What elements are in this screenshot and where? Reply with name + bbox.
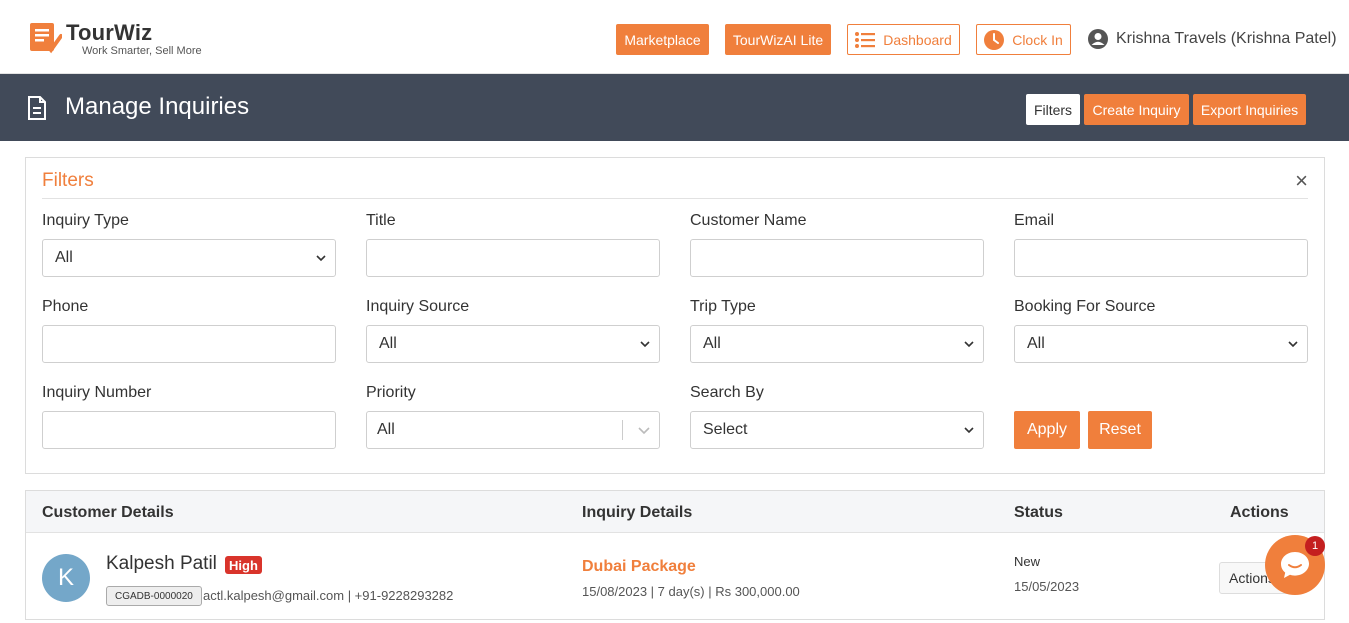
customer-contact: actl.kalpesh@gmail.com | +91-9228293282 bbox=[203, 588, 454, 603]
user-menu[interactable]: Krishna Travels (Krishna Patel) bbox=[1088, 28, 1337, 50]
customer-code-badge: CGADB-0000020 bbox=[106, 586, 202, 606]
chevron-down-icon bbox=[964, 427, 974, 434]
document-icon bbox=[28, 96, 46, 120]
inquiry-title-link[interactable]: Dubai Package bbox=[582, 558, 696, 576]
logo[interactable]: TourWiz Work Smarter, Sell More bbox=[28, 18, 218, 60]
customer-name-input[interactable] bbox=[690, 239, 984, 277]
close-icon[interactable]: × bbox=[1295, 170, 1308, 192]
tourwiz-ai-lite-button[interactable]: TourWizAI Lite bbox=[725, 24, 831, 55]
filters-panel: Filters × Inquiry Type All Title Custome… bbox=[25, 157, 1325, 474]
inquiry-number-label: Inquiry Number bbox=[42, 384, 152, 401]
apply-button[interactable]: Apply bbox=[1014, 411, 1080, 449]
inquiry-number-input[interactable] bbox=[42, 411, 336, 449]
priority-badge: High bbox=[225, 556, 262, 574]
reset-button[interactable]: Reset bbox=[1088, 411, 1152, 449]
search-by-value: Select bbox=[703, 421, 748, 438]
inquiry-source-label: Inquiry Source bbox=[366, 298, 470, 315]
table-row: K Kalpesh Patil High CGADB-0000020 actl.… bbox=[26, 533, 1324, 623]
chat-icon bbox=[1281, 552, 1309, 578]
clock-in-button[interactable]: Clock In bbox=[976, 24, 1071, 55]
inquiry-type-value: All bbox=[55, 249, 73, 266]
brand-name: TourWiz bbox=[66, 20, 153, 45]
filters-label: Filters bbox=[1033, 101, 1073, 118]
user-icon bbox=[1088, 29, 1108, 49]
title-input[interactable] bbox=[366, 239, 660, 277]
create-inquiry-label: Create Inquiry bbox=[1092, 101, 1181, 118]
export-inquiries-button[interactable]: Export Inquiries bbox=[1193, 94, 1306, 125]
priority-select[interactable]: All bbox=[366, 411, 660, 449]
chevron-down-icon bbox=[638, 427, 650, 435]
inquiry-type-label: Inquiry Type bbox=[42, 212, 129, 229]
top-bar: TourWiz Work Smarter, Sell More Marketpl… bbox=[0, 0, 1349, 74]
chat-notification-badge: 1 bbox=[1305, 536, 1325, 556]
export-inquiries-label: Export Inquiries bbox=[1200, 101, 1299, 118]
col-status: Status bbox=[1014, 504, 1063, 521]
user-name: Krishna Travels (Krishna Patel) bbox=[1116, 30, 1337, 47]
trip-type-select[interactable]: All bbox=[690, 325, 984, 363]
col-inquiry-details: Inquiry Details bbox=[582, 504, 693, 521]
list-icon bbox=[855, 31, 876, 48]
customer-name[interactable]: Kalpesh Patil bbox=[106, 553, 217, 575]
filters-button[interactable]: Filters bbox=[1026, 94, 1080, 125]
divider bbox=[42, 198, 1308, 199]
email-input[interactable] bbox=[1014, 239, 1308, 277]
inquiry-source-value: All bbox=[379, 335, 397, 352]
col-customer-details: Customer Details bbox=[42, 504, 174, 521]
logo-icon bbox=[30, 23, 62, 54]
clock-icon bbox=[984, 29, 1005, 50]
chevron-down-icon bbox=[640, 341, 650, 348]
lite-label: TourWizAI Lite bbox=[732, 31, 824, 48]
brand-tagline: Work Smarter, Sell More bbox=[82, 45, 202, 57]
trip-type-label: Trip Type bbox=[690, 298, 756, 315]
dashboard-label: Dashboard bbox=[883, 31, 952, 48]
inquiry-type-select[interactable]: All bbox=[42, 239, 336, 277]
customer-name-label: Customer Name bbox=[690, 212, 807, 229]
page-title: Manage Inquiries bbox=[65, 93, 250, 120]
inquiries-table: Customer Details Inquiry Details Status … bbox=[25, 490, 1325, 620]
title-label: Title bbox=[366, 212, 396, 229]
page-header: Manage Inquiries Filters Create Inquiry … bbox=[0, 74, 1349, 141]
avatar: K bbox=[42, 554, 90, 602]
phone-input[interactable] bbox=[42, 325, 336, 363]
apply-label: Apply bbox=[1026, 421, 1068, 438]
table-header: Customer Details Inquiry Details Status … bbox=[26, 491, 1324, 533]
booking-for-source-select[interactable]: All bbox=[1014, 325, 1308, 363]
search-by-label: Search By bbox=[690, 384, 764, 401]
trip-type-value: All bbox=[703, 335, 721, 352]
search-by-select[interactable]: Select bbox=[690, 411, 984, 449]
chevron-down-icon bbox=[1288, 341, 1298, 348]
status-date: 15/05/2023 bbox=[1014, 579, 1080, 594]
priority-value: All bbox=[377, 421, 395, 438]
phone-label: Phone bbox=[42, 298, 89, 315]
chevron-down-icon bbox=[316, 255, 326, 262]
select-separator bbox=[622, 420, 623, 440]
inquiry-source-select[interactable]: All bbox=[366, 325, 660, 363]
clock-in-label: Clock In bbox=[1012, 31, 1063, 48]
email-label: Email bbox=[1014, 212, 1055, 229]
marketplace-button[interactable]: Marketplace bbox=[616, 24, 709, 55]
create-inquiry-button[interactable]: Create Inquiry bbox=[1084, 94, 1189, 125]
dashboard-button[interactable]: Dashboard bbox=[847, 24, 960, 55]
chevron-down-icon bbox=[964, 341, 974, 348]
reset-label: Reset bbox=[1099, 421, 1141, 438]
status-text: New bbox=[1014, 554, 1041, 569]
inquiry-meta: 15/08/2023 | 7 day(s) | Rs 300,000.00 bbox=[582, 584, 800, 599]
marketplace-label: Marketplace bbox=[624, 31, 701, 48]
booking-for-source-value: All bbox=[1027, 335, 1045, 352]
filters-title: Filters bbox=[42, 170, 94, 191]
col-actions: Actions bbox=[1230, 504, 1289, 521]
priority-label: Priority bbox=[366, 384, 416, 401]
booking-for-source-label: Booking For Source bbox=[1014, 298, 1156, 315]
